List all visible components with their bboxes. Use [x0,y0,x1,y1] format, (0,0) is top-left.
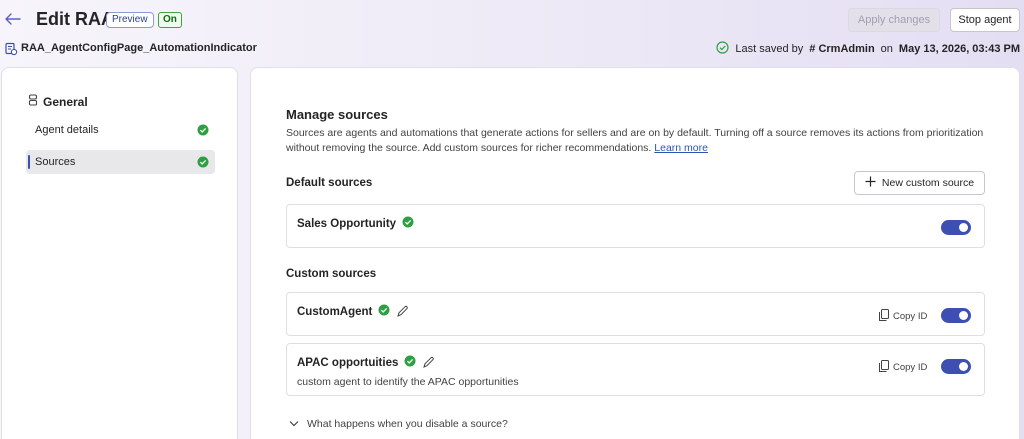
edit-pencil-icon[interactable] [422,356,435,369]
copy-id-button[interactable]: Copy ID [879,309,927,324]
stop-agent-button[interactable]: Stop agent [950,8,1020,32]
source-description: custom agent to identify the APAC opport… [297,376,519,388]
sidebar-item-agent-details[interactable]: Agent details [26,118,215,142]
saved-user: # CrmAdmin [809,43,875,55]
new-custom-source-button[interactable]: New custom source [854,171,985,195]
last-saved-info: Last saved by # CrmAdmin on May 13, 2026… [716,41,1020,57]
section-title: Manage sources [286,107,388,122]
sidebar-item-label: Sources [35,156,76,168]
top-bar: Edit RAA Preview On Apply changes Stop a… [0,0,1024,40]
record-bar: RAA_AgentConfigPage_AutomationIndicator … [0,40,1024,60]
saved-check-icon [716,41,729,57]
record-name: RAA_AgentConfigPage_AutomationIndicator [21,42,257,54]
saved-on: on [880,43,893,55]
source-title: APAC opportuities [297,355,435,370]
saved-date: May 13, 2026, 03:43 PM [898,43,1020,55]
sidebar-item-sources[interactable]: Sources [26,150,215,174]
enabled-check-icon [402,216,414,231]
faq-label: What happens when you disable a source? [307,418,508,430]
settings-sidebar: General Agent details Sources [1,67,238,439]
saved-prefix: Last saved by [735,43,804,55]
copy-id-button[interactable]: Copy ID [879,360,927,375]
complete-check-icon [197,156,209,171]
chevron-down-icon [289,418,299,430]
copy-icon [879,309,889,324]
learn-more-link[interactable]: Learn more [654,142,708,154]
source-toggle[interactable] [941,220,971,235]
source-name: CustomAgent [297,305,373,318]
plus-icon [865,176,876,190]
complete-check-icon [197,124,209,139]
sidebar-item-label: Agent details [35,124,99,136]
edit-pencil-icon[interactable] [396,305,409,318]
source-name: APAC opportuities [297,356,399,369]
enabled-check-icon [378,304,390,319]
manage-sources-panel: Manage sources Sources are agents and au… [250,67,1020,439]
source-title: Sales Opportunity [297,216,414,231]
status-badge: On [158,12,182,28]
source-card-apac-opportuities: APAC opportuities custom agent to identi… [286,343,985,396]
new-custom-source-label: New custom source [881,177,975,189]
copy-id-label: Copy ID [893,362,928,373]
sidebar-header: General [28,94,88,109]
description-text: Sources are agents and automations that … [286,127,984,154]
custom-sources-heading: Custom sources [286,268,377,280]
source-toggle[interactable] [941,359,971,374]
enabled-check-icon [404,355,416,370]
source-name: Sales Opportunity [297,217,397,230]
source-toggle[interactable] [941,308,971,323]
back-arrow-icon[interactable] [4,9,22,29]
source-title: CustomAgent [297,304,409,319]
copy-id-label: Copy ID [893,311,928,322]
default-sources-heading: Default sources [286,177,373,189]
sidebar-header-label: General [43,94,88,109]
page-title: Edit RAA [36,9,114,29]
faq-disable-source[interactable]: What happens when you disable a source? [289,418,508,430]
active-indicator [28,155,30,169]
copy-icon [879,360,889,375]
source-card-customagent: CustomAgent Copy ID [286,292,985,336]
section-description: Sources are agents and automations that … [286,126,986,156]
agent-record-icon [4,42,18,56]
preview-badge: Preview [106,12,154,28]
source-card-sales-opportunity: Sales Opportunity [286,204,985,248]
apply-changes-button[interactable]: Apply changes [848,8,940,32]
general-icon [28,94,38,109]
